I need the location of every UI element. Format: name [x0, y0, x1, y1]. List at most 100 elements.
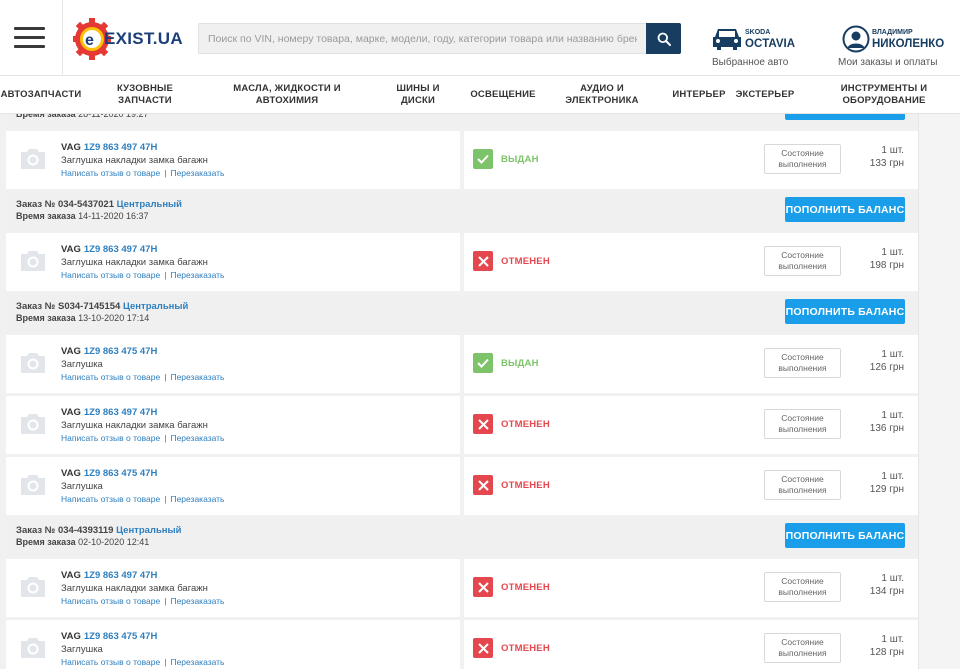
search-input[interactable]: [198, 23, 646, 54]
order-time: Время заказа 14-11-2020 16:37: [16, 211, 149, 221]
item-article-link[interactable]: 1Z9 863 475 47H: [84, 631, 157, 642]
execution-state-button[interactable]: Состояние выполнения: [764, 246, 841, 276]
item-article-link[interactable]: 1Z9 863 497 47H: [84, 142, 157, 153]
row-separator: [460, 335, 464, 393]
nav-item-autoparts[interactable]: АВТОЗАПЧАСТИ: [0, 77, 82, 113]
selected-car[interactable]: SKODA OCTAVIA Выбранное авто: [711, 23, 795, 69]
item-article-link[interactable]: 1Z9 863 475 47H: [84, 346, 157, 357]
item-name: Заглушка: [61, 481, 103, 492]
order-time-value: 02-10-2020 12:41: [78, 537, 150, 547]
menu-icon[interactable]: [14, 27, 45, 49]
item-title: VAG 1Z9 863 497 47H: [61, 244, 157, 255]
write-review-link[interactable]: Написать отзыв о товаре: [61, 168, 160, 178]
check-icon: [473, 149, 493, 169]
nav-item-lighting[interactable]: ОСВЕЩЕНИЕ: [468, 77, 538, 113]
cross-icon: [473, 414, 493, 434]
item-name: Заглушка накладки замка багажн: [61, 257, 208, 268]
item-brand: VAG: [61, 468, 81, 479]
status-text: ОТМЕНЕН: [501, 642, 550, 654]
car-caption: Выбранное авто: [712, 57, 789, 68]
item-article-link[interactable]: 1Z9 863 497 47H: [84, 570, 157, 581]
reorder-link[interactable]: Перезаказать: [170, 168, 224, 178]
item-article-link[interactable]: 1Z9 863 497 47H: [84, 407, 157, 418]
site-header: e EXIST.UA SKODA OCTAVIA Выбранное авто …: [0, 0, 960, 76]
reorder-link[interactable]: Перезаказать: [170, 372, 224, 382]
item-qty-price: 1 шт. 128 грн: [846, 633, 904, 659]
order-item-row: VAG 1Z9 863 497 47H Заглушка накладки замк…: [6, 131, 918, 189]
order-item-row: VAG 1Z9 863 497 47H Заглушка накладки замк…: [6, 233, 918, 291]
order-store-link[interactable]: Центральный: [116, 525, 181, 536]
item-article-link[interactable]: 1Z9 863 475 47H: [84, 468, 157, 479]
item-qty-price: 1 шт. 129 грн: [846, 470, 904, 496]
nav-item-exterior[interactable]: ЭКСТЕРЬЕР: [732, 77, 798, 113]
link-divider: |: [164, 433, 167, 443]
user-caption: Мои заказы и оплаты: [838, 57, 938, 68]
status-badge: ОТМЕНЕН: [473, 251, 550, 271]
execution-state-button[interactable]: Состояние выполнения: [764, 348, 841, 378]
site-logo[interactable]: e EXIST.UA: [72, 17, 183, 61]
execution-state-button[interactable]: Состояние выполнения: [764, 572, 841, 602]
nav-item-oils[interactable]: МАСЛА, ЖИДКОСТИ И АВТОХИМИЯ: [226, 77, 348, 113]
row-separator: [460, 233, 464, 291]
link-divider: |: [164, 372, 167, 382]
write-review-link[interactable]: Написать отзыв о товаре: [61, 657, 160, 667]
link-divider: |: [164, 596, 167, 606]
topup-balance-button[interactable]: ПОПОЛНИТЬ БАЛАНС: [785, 197, 905, 222]
write-review-link[interactable]: Написать отзыв о товаре: [61, 372, 160, 382]
item-article-link[interactable]: 1Z9 863 497 47H: [84, 244, 157, 255]
order-number-value: S034-7145154: [57, 301, 121, 312]
order-item-row: VAG 1Z9 863 475 47H Заглушка Написать отзыв…: [6, 620, 918, 669]
order-number: Заказ № S034-7145154 Центральный: [16, 301, 188, 312]
order-store-link[interactable]: Центральный: [117, 199, 182, 210]
order-store-link[interactable]: Центральный: [123, 301, 188, 312]
execution-state-button[interactable]: Состояние выполнения: [764, 409, 841, 439]
item-qty-price: 1 шт. 134 грн: [846, 572, 904, 598]
write-review-link[interactable]: Написать отзыв о товаре: [61, 433, 160, 443]
reorder-link[interactable]: Перезаказать: [170, 494, 224, 504]
execution-state-button[interactable]: Состояние выполнения: [764, 470, 841, 500]
search-button[interactable]: [646, 23, 681, 54]
order-number: Заказ № 034-4393119 Центральный: [16, 525, 182, 536]
cross-icon: [473, 475, 493, 495]
row-separator: [460, 396, 464, 454]
reorder-link[interactable]: Перезаказать: [170, 657, 224, 667]
reorder-link[interactable]: Перезаказать: [170, 433, 224, 443]
item-price: 134 грн: [869, 586, 904, 597]
reorder-link[interactable]: Перезаказать: [170, 270, 224, 280]
link-divider: |: [164, 270, 167, 280]
status-badge: ОТМЕНЕН: [473, 475, 550, 495]
execution-state-button[interactable]: Состояние выполнения: [764, 144, 841, 174]
write-review-link[interactable]: Написать отзыв о товаре: [61, 596, 160, 606]
order-number-value: 034-4393119: [57, 525, 114, 536]
item-qty-price: 1 шт. 136 грн: [846, 409, 904, 435]
order-time-label: Время заказа: [16, 313, 76, 323]
item-qty-price: 1 шт. 133 грн: [846, 144, 904, 170]
item-title: VAG 1Z9 863 497 47H: [61, 142, 157, 153]
execution-state-button[interactable]: Состояние выполнения: [764, 633, 841, 663]
order-time-value: 28-11-2020 19:27: [78, 114, 149, 119]
write-review-link[interactable]: Написать отзыв о товаре: [61, 270, 160, 280]
camera-placeholder-icon: [18, 574, 48, 600]
nav-item-tools[interactable]: ИНСТРУМЕНТЫ И ОБОРУДОВАНИЕ: [826, 77, 942, 113]
item-price: 136 грн: [869, 423, 904, 434]
item-brand: VAG: [61, 346, 81, 357]
nav-item-body-parts[interactable]: КУЗОВНЫЕ ЗАПЧАСТИ: [108, 77, 182, 113]
status-text: ОТМЕНЕН: [501, 581, 550, 593]
topup-balance-button[interactable]: ПОПОЛНИТЬ БАЛАНС: [785, 523, 905, 548]
order-header: Заказ № 034-4393119 Центральный Время зак…: [6, 519, 918, 556]
search-icon: [657, 32, 671, 46]
order-header: Время заказа 28-11-2020 19:27 ПОПОЛНИТЬ Б…: [6, 114, 918, 128]
nav-item-tires[interactable]: ШИНЫ И ДИСКИ: [384, 77, 452, 113]
item-links: Написать отзыв о товаре | Перезаказать: [61, 657, 224, 667]
user-account[interactable]: ВЛАДИМИР НИКОЛЕНКО Мои заказы и оплаты: [836, 23, 944, 69]
camera-placeholder-icon: [18, 472, 48, 498]
write-review-link[interactable]: Написать отзыв о товаре: [61, 494, 160, 504]
topup-balance-button[interactable]: ПОПОЛНИТЬ БАЛАНС: [785, 299, 905, 324]
nav-item-audio[interactable]: АУДИО И ЭЛЕКТРОНИКА: [559, 77, 645, 113]
nav-item-interior[interactable]: ИНТЕРЬЕР: [668, 77, 730, 113]
order-time-value: 14-11-2020 16:37: [78, 211, 149, 221]
reorder-link[interactable]: Перезаказать: [170, 596, 224, 606]
order-header: Заказ № 034-5437021 Центральный Время зак…: [6, 193, 918, 230]
item-quantity: 1 шт.: [881, 573, 904, 584]
topup-balance-button[interactable]: ПОПОЛНИТЬ БАЛАНС: [785, 114, 905, 120]
